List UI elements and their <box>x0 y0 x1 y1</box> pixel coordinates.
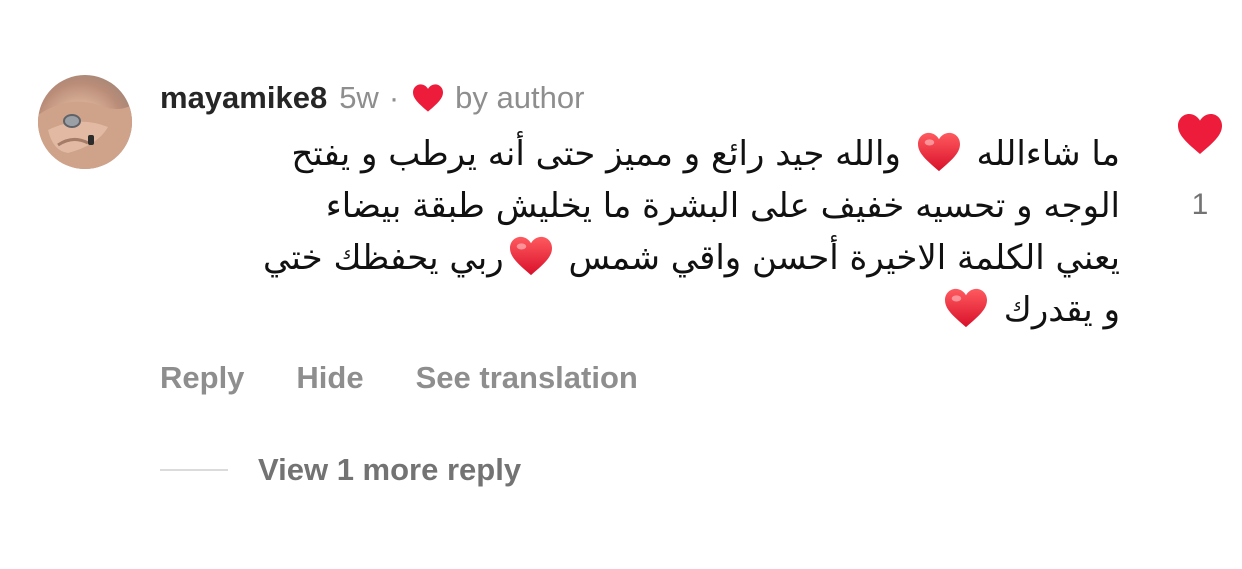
avatar[interactable] <box>38 75 132 169</box>
red-heart-emoji <box>943 287 989 329</box>
comment-line-text: يعني الكلمة الاخيرة أحسن واقي شمس <box>557 238 1120 278</box>
comment-line-text: و يقدرك <box>993 290 1120 330</box>
hide-button[interactable]: Hide <box>296 360 363 396</box>
like-count[interactable]: 1 <box>1170 188 1230 222</box>
view-replies-row: View 1 more reply <box>160 452 521 488</box>
comment-actions: Reply Hide See translation <box>160 360 638 396</box>
comment-header: mayamike8 5w · by author <box>160 78 584 118</box>
replies-divider <box>160 469 228 471</box>
red-heart-emoji <box>916 131 962 173</box>
reply-button[interactable]: Reply <box>160 360 244 396</box>
comment-line-text: ربي يحفظك ختي <box>263 238 504 278</box>
like-area: 1 <box>1170 112 1230 222</box>
comment-text: ما شاءالله والله جيد رائع و مميز حتى أنه… <box>160 128 1120 336</box>
separator-dot: · <box>388 80 400 115</box>
red-heart-emoji <box>508 235 554 277</box>
time-ago[interactable]: 5w <box>339 80 379 116</box>
username[interactable]: mayamike8 <box>160 80 327 116</box>
comment-line-text: والله جيد رائع و مميز حتى أنه يرطب و يفت… <box>291 134 912 174</box>
comment-line: يعني الكلمة الاخيرة أحسن واقي شمس ربي يح… <box>160 232 1120 284</box>
comment-line: و يقدرك <box>160 284 1120 336</box>
see-translation-button[interactable]: See translation <box>416 360 638 396</box>
view-more-replies-button[interactable]: View 1 more reply <box>258 452 521 488</box>
comment-line: ما شاءالله والله جيد رائع و مميز حتى أنه… <box>160 128 1120 180</box>
comment-line-text: ما شاءالله <box>965 134 1120 174</box>
comment-line: الوجه و تحسيه خفيف على البشرة ما يخليش ط… <box>160 180 1120 232</box>
like-heart-icon[interactable] <box>1176 112 1224 156</box>
heart-filled-icon <box>411 83 445 113</box>
liked-by-author-label: by author <box>455 80 585 115</box>
comment-line-text: الوجه و تحسيه خفيف على البشرة ما يخليش ط… <box>325 186 1120 226</box>
